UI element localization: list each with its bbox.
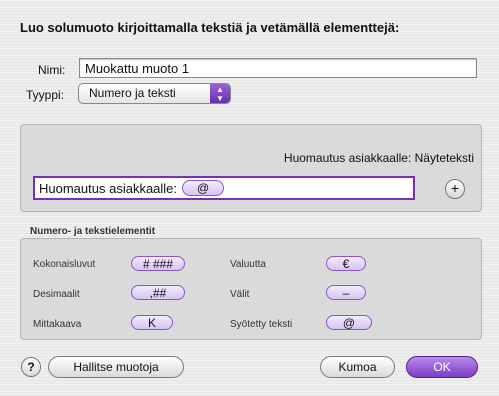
element-token-entered-text[interactable]: @	[326, 315, 372, 330]
text-token[interactable]: @	[182, 180, 225, 196]
type-select[interactable]: Numero ja teksti ▲ ▼	[78, 83, 231, 104]
element-label-decimals: Desimaalit	[33, 289, 80, 300]
type-select-value: Numero ja teksti	[89, 86, 176, 100]
name-input[interactable]: Muokattu muoto 1	[79, 58, 477, 78]
question-mark-icon: ?	[27, 360, 35, 374]
element-token-scale[interactable]: K	[131, 315, 173, 330]
add-element-button[interactable]: +	[445, 179, 465, 199]
element-label-entered-text: Syötetty teksti	[230, 319, 293, 330]
element-label-currency: Valuutta	[230, 259, 266, 270]
element-token-spaces[interactable]: –	[326, 285, 366, 300]
format-preview: Huomautus asiakkaalle: Näyteteksti	[283, 151, 474, 165]
cancel-button[interactable]: Kumoa	[320, 356, 395, 378]
elements-title: Numero- ja tekstielementit	[30, 226, 156, 237]
plus-icon: +	[450, 180, 460, 196]
element-label-integers: Kokonaisluvut	[33, 259, 96, 270]
element-label-scale: Mittakaava	[33, 319, 82, 330]
type-label: Tyyppi:	[26, 88, 65, 102]
element-token-integers[interactable]: # ###	[131, 256, 185, 271]
format-text: Huomautus asiakkaalle:	[39, 180, 178, 196]
name-label: Nimi:	[38, 63, 66, 77]
format-field[interactable]: Huomautus asiakkaalle: @	[33, 176, 415, 200]
element-token-decimals[interactable]: ,##	[131, 285, 185, 300]
updown-arrows-icon: ▲ ▼	[210, 84, 230, 103]
ok-button[interactable]: OK	[406, 356, 478, 378]
manage-formats-button[interactable]: Hallitse muotoja	[48, 356, 184, 378]
element-token-currency[interactable]: €	[326, 256, 366, 271]
dialog-heading: Luo solumuoto kirjoittamalla tekstiä ja …	[20, 20, 400, 35]
element-label-spaces: Välit	[230, 289, 250, 300]
help-button[interactable]: ?	[21, 357, 41, 377]
